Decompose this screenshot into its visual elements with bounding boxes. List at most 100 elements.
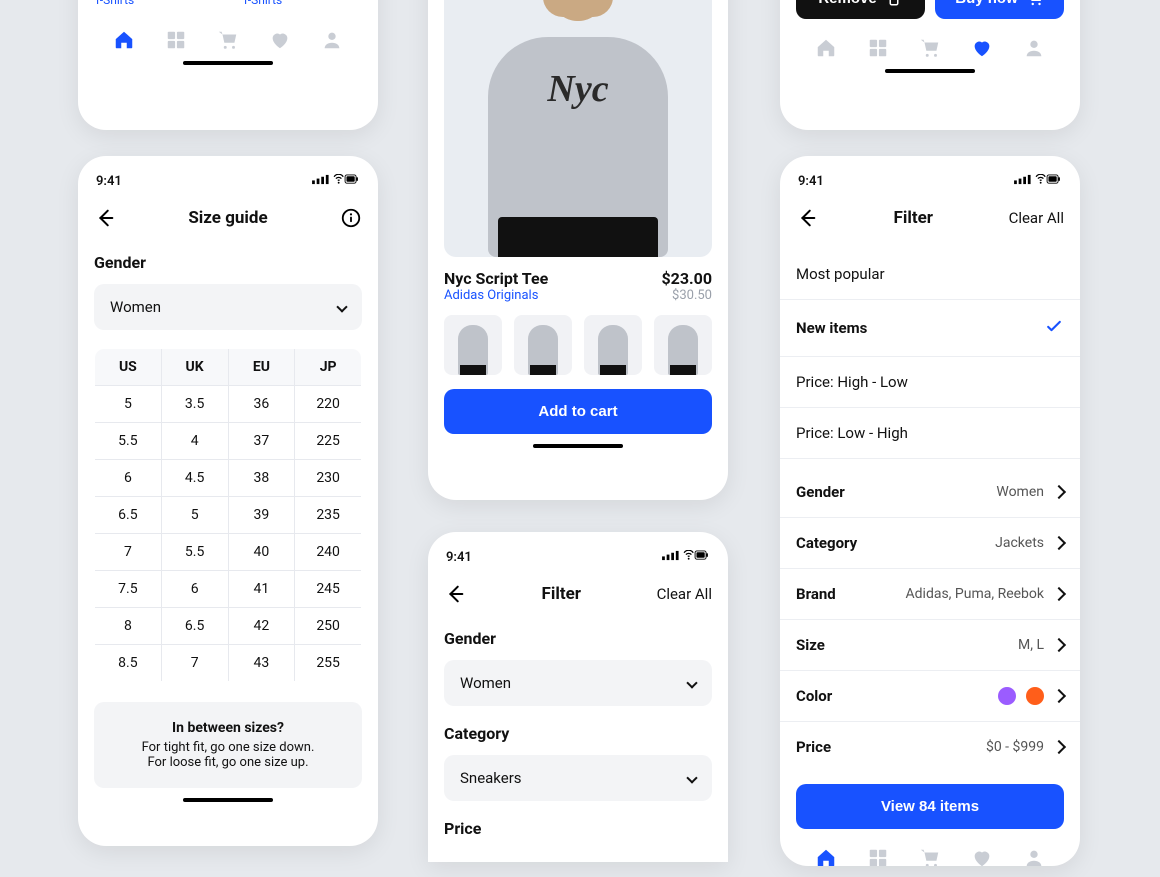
size-cell: 38 xyxy=(228,460,295,497)
filter-row-color[interactable]: Color xyxy=(780,671,1080,722)
status-icons xyxy=(310,174,360,189)
size-cell: 43 xyxy=(228,645,295,682)
size-cell: 5.5 xyxy=(161,534,228,571)
home-icon[interactable] xyxy=(815,847,837,866)
gender-label: Gender xyxy=(94,253,362,272)
chevron-right-icon xyxy=(1052,638,1066,652)
gender-value: Women xyxy=(110,298,161,316)
filter-row-gender[interactable]: Gender Women xyxy=(780,467,1080,518)
size-tip-box: In between sizes? For tight fit, go one … xyxy=(94,702,362,788)
tip-line: For tight fit, go one size down. xyxy=(106,740,350,755)
filter-row-category[interactable]: Category Jackets xyxy=(780,518,1080,569)
back-button[interactable] xyxy=(444,583,466,605)
filter-label: Color xyxy=(796,687,832,705)
size-row: 86.542250 xyxy=(95,608,362,645)
grid-icon[interactable] xyxy=(867,847,889,866)
product-image[interactable]: Nyc xyxy=(444,0,712,257)
page-header: Filter Clear All xyxy=(796,201,1064,245)
product-card[interactable]: Cardio Knit Tee T-Shirts xyxy=(242,0,362,7)
product-card[interactable]: Classic Crop Tee T-Shirts xyxy=(94,0,224,7)
heart-icon[interactable] xyxy=(971,37,993,59)
sort-option[interactable]: Most popular xyxy=(780,249,1080,300)
clear-all-button[interactable]: Clear All xyxy=(1009,209,1064,227)
home-indicator xyxy=(183,798,273,802)
gender-select[interactable]: Women xyxy=(444,660,712,706)
size-cell: 245 xyxy=(295,571,362,608)
heart-icon[interactable] xyxy=(971,847,993,866)
product-thumb[interactable] xyxy=(584,315,642,375)
tee-figure: Nyc xyxy=(468,0,688,257)
filter-value: Adidas, Puma, Reebok xyxy=(906,586,1044,602)
gender-select[interactable]: Women xyxy=(94,284,362,330)
filter-label: Gender xyxy=(796,483,845,501)
wishlist-preview-phone: Remove Buy now xyxy=(780,0,1080,130)
gender-label: Gender xyxy=(444,629,712,648)
profile-icon[interactable] xyxy=(1023,847,1045,866)
cart-icon[interactable] xyxy=(919,37,941,59)
tip-line: For loose fit, go one size up. xyxy=(106,755,350,770)
profile-icon[interactable] xyxy=(321,29,343,51)
size-cell: 40 xyxy=(228,534,295,571)
size-cell: 240 xyxy=(295,534,362,571)
back-button[interactable] xyxy=(94,207,116,229)
filter-value: Women xyxy=(996,484,1044,500)
chevron-down-icon xyxy=(686,677,697,688)
chevron-right-icon xyxy=(1052,740,1066,754)
heart-icon[interactable] xyxy=(269,29,291,51)
add-to-cart-button[interactable]: Add to cart xyxy=(444,389,712,434)
chevron-right-icon xyxy=(1052,587,1066,601)
home-icon[interactable] xyxy=(113,29,135,51)
color-swatch xyxy=(1026,687,1044,705)
clear-all-button[interactable]: Clear All xyxy=(657,585,712,603)
filter-value: $0 - $999 xyxy=(986,739,1044,755)
product-brand[interactable]: Adidas Originals xyxy=(444,288,548,303)
filter-value: M, L xyxy=(1018,637,1044,653)
view-items-button[interactable]: View 84 items xyxy=(796,784,1064,829)
category-select[interactable]: Sneakers xyxy=(444,755,712,801)
size-cell: 225 xyxy=(295,423,362,460)
size-row: 5.5437225 xyxy=(95,423,362,460)
home-indicator xyxy=(885,69,975,73)
sort-option[interactable]: Price: Low - High xyxy=(780,408,1080,459)
page-title: Size guide xyxy=(188,208,267,228)
buy-now-button[interactable]: Buy now xyxy=(935,0,1064,19)
cart-icon[interactable] xyxy=(919,847,941,866)
size-cell: 41 xyxy=(228,571,295,608)
size-cell: 6.5 xyxy=(161,608,228,645)
profile-icon[interactable] xyxy=(1023,37,1045,59)
size-cell: 5.5 xyxy=(95,423,162,460)
product-name: Nyc Script Tee xyxy=(444,269,548,288)
remove-button[interactable]: Remove xyxy=(796,0,925,19)
sort-option[interactable]: New items xyxy=(780,300,1080,357)
product-cards-row: Classic Crop Tee T-Shirts Cardio Knit Te… xyxy=(94,0,362,11)
filter-row-price[interactable]: Price $0 - $999 xyxy=(780,722,1080,772)
home-icon[interactable] xyxy=(815,37,837,59)
product-thumb[interactable] xyxy=(444,315,502,375)
size-cell: 6 xyxy=(95,460,162,497)
action-buttons: Remove Buy now xyxy=(796,0,1064,19)
tab-bar xyxy=(796,19,1064,59)
price-label: Price xyxy=(444,819,712,838)
back-button[interactable] xyxy=(796,207,818,229)
tip-title: In between sizes? xyxy=(106,720,350,736)
cart-icon[interactable] xyxy=(217,29,239,51)
size-cell: 36 xyxy=(228,386,295,423)
chevron-right-icon xyxy=(1052,536,1066,550)
product-thumb[interactable] xyxy=(654,315,712,375)
sort-label: Price: High - Low xyxy=(796,373,908,391)
home-indicator xyxy=(183,61,273,65)
status-bar: 9:41 xyxy=(94,168,362,201)
color-swatch xyxy=(998,687,1016,705)
info-button[interactable] xyxy=(340,207,362,229)
grid-icon[interactable] xyxy=(867,37,889,59)
cart-icon xyxy=(1026,0,1044,7)
grid-icon[interactable] xyxy=(165,29,187,51)
product-thumb[interactable] xyxy=(514,315,572,375)
filter-row-brand[interactable]: Brand Adidas, Puma, Reebok xyxy=(780,569,1080,620)
page-title: Filter xyxy=(894,208,934,228)
sort-label: New items xyxy=(796,319,867,337)
filter-row-size[interactable]: Size M, L xyxy=(780,620,1080,671)
tab-bar xyxy=(796,829,1064,866)
sort-option[interactable]: Price: High - Low xyxy=(780,357,1080,408)
status-time: 9:41 xyxy=(446,550,472,565)
